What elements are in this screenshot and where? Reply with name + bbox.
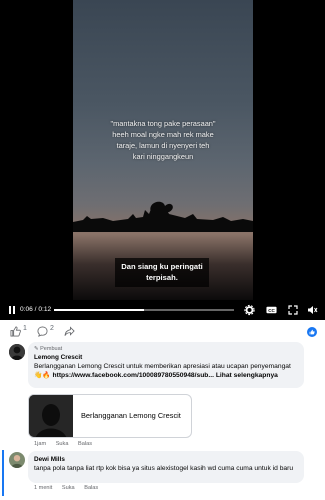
caption-line: kari ninggangkeun — [132, 152, 194, 162]
comment-text: Berlangganan Lemong Crescit untuk member… — [34, 362, 298, 380]
time-display: 0:06 / 0:12 — [20, 306, 52, 313]
author-badge: ✎ Pembuat — [34, 346, 298, 353]
video-caption: "mantakna tong pake perasaan" heeh moal … — [78, 118, 248, 162]
progress-fill — [54, 309, 144, 311]
caption-line: heeh moal ngke mah rek make — [112, 130, 214, 140]
settings-icon[interactable] — [244, 304, 255, 316]
like-reaction-icon — [307, 324, 317, 342]
like-link[interactable]: Suka — [62, 485, 75, 491]
avatar[interactable] — [9, 452, 25, 468]
comment-bubble: ✎ Pembuat Lemong Crescit Berlangganan Le… — [28, 342, 304, 388]
caption-line: taraje, lamun di nyenyeri teh — [116, 141, 210, 151]
comment-meta: 1jam Suka Balas — [34, 441, 100, 447]
comment-meta: 1 menit Suka Balas — [34, 485, 106, 491]
comment-time: 1jam — [34, 441, 47, 447]
comment-icon[interactable] — [37, 324, 48, 342]
subscribe-card[interactable]: Berlangganan Lemong Crescit — [28, 394, 192, 438]
subtitle-line: Dan siang ku peringati — [121, 262, 203, 271]
card-thumbnail — [29, 395, 73, 437]
like-link[interactable]: Suka — [56, 441, 69, 447]
fullscreen-icon[interactable] — [288, 304, 298, 316]
see-more-link[interactable]: Lihat selengkapnya — [216, 372, 278, 379]
video-player[interactable]: "mantakna tong pake perasaan" heeh moal … — [0, 0, 325, 320]
volume-icon[interactable] — [307, 304, 318, 316]
card-title: Berlangganan Lemong Crescit — [81, 411, 181, 420]
svg-text:CC: CC — [268, 308, 275, 313]
avatar[interactable] — [9, 344, 25, 360]
comment-author[interactable]: Lemong Crescit — [34, 353, 298, 362]
share-icon[interactable] — [64, 324, 75, 342]
comment-time: 1 menit — [34, 485, 53, 491]
pencil-icon: ✎ — [34, 346, 39, 352]
progress-bar[interactable] — [54, 309, 234, 311]
new-comment-highlight — [2, 450, 4, 496]
badge-label: Pembuat — [40, 346, 63, 352]
pause-icon[interactable] — [8, 304, 16, 316]
reactions-bar: 1 2 — [0, 320, 325, 340]
comment-author[interactable]: Dewi Mills — [34, 455, 298, 464]
captions-icon[interactable]: CC — [266, 304, 277, 316]
comment-text: tanpa pola tanpa liat rtp kok bisa ya si… — [34, 465, 294, 472]
like-icon[interactable] — [10, 324, 21, 342]
video-subtitle: Dan siang ku peringati terpisah. — [115, 258, 209, 287]
page: "mantakna tong pake perasaan" heeh moal … — [0, 0, 325, 500]
like-count: 1 — [23, 325, 27, 332]
comment-bubble: Dewi Mills tanpa pola tanpa liat rtp kok… — [28, 451, 304, 483]
video-controls: 0:06 / 0:12 CC — [0, 300, 325, 320]
comment-link[interactable]: https://www.facebook.com/100089780550948… — [53, 372, 214, 379]
tree-silhouette — [73, 201, 253, 232]
comment-count: 2 — [50, 325, 54, 332]
caption-line: "mantakna tong pake perasaan" — [110, 119, 216, 128]
reply-link[interactable]: Balas — [84, 485, 98, 491]
subtitle-line: terpisah. — [146, 273, 178, 283]
reply-link[interactable]: Balas — [78, 441, 92, 447]
